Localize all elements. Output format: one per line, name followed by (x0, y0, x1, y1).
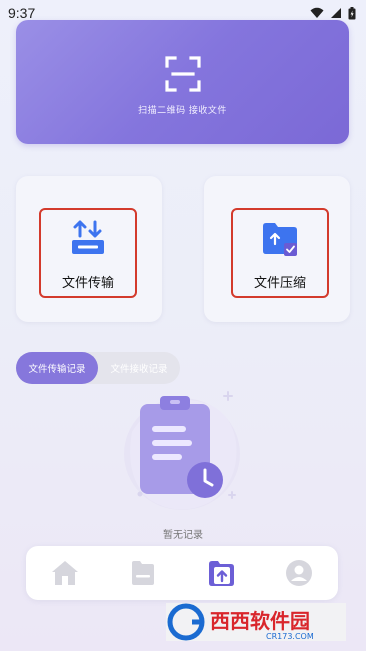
file-transfer-card[interactable]: 文件传输 (16, 176, 162, 322)
file-icon (132, 561, 154, 585)
nav-files[interactable] (125, 555, 161, 591)
scan-qr-icon (164, 55, 201, 92)
folder-upload-icon (209, 561, 234, 586)
file-compress-highlight: 文件压缩 (231, 208, 329, 298)
scan-label: 扫描二维码 接收文件 (138, 105, 227, 116)
nav-transfer[interactable] (203, 555, 239, 591)
profile-icon (286, 560, 312, 586)
file-transfer-label: 文件传输 (61, 276, 114, 291)
tab-transfer-records[interactable]: 文件传输记录 (16, 352, 98, 384)
home-icon (52, 561, 78, 585)
empty-state-text: 暂无记录 (163, 530, 203, 541)
scan-qr-card[interactable]: 扫描二维码 接收文件 (16, 20, 349, 144)
watermark-domain: CR173.COM (266, 632, 314, 641)
compress-folder-icon (263, 223, 297, 256)
nav-profile[interactable] (281, 555, 317, 591)
record-tabs: 文件传输记录 文件接收记录 (16, 352, 180, 384)
status-time: 9:37 (8, 5, 36, 21)
wifi-icon (310, 7, 324, 18)
battery-icon (348, 6, 356, 19)
nav-home[interactable] (47, 555, 83, 591)
signal-icon (331, 8, 341, 18)
file-compress-label: 文件压缩 (253, 276, 306, 291)
transfer-icon (72, 220, 104, 254)
tab-receive-records[interactable]: 文件接收记录 (98, 352, 180, 384)
file-compress-card[interactable]: 文件压缩 (204, 176, 350, 322)
watermark-logo: 西西软件园 CR173.COM (166, 603, 346, 641)
empty-clipboard-icon (124, 391, 240, 510)
file-transfer-highlight: 文件传输 (39, 208, 137, 298)
watermark-text: 西西软件园 (210, 609, 310, 633)
status-icons (310, 6, 356, 20)
bottom-nav (26, 546, 338, 600)
